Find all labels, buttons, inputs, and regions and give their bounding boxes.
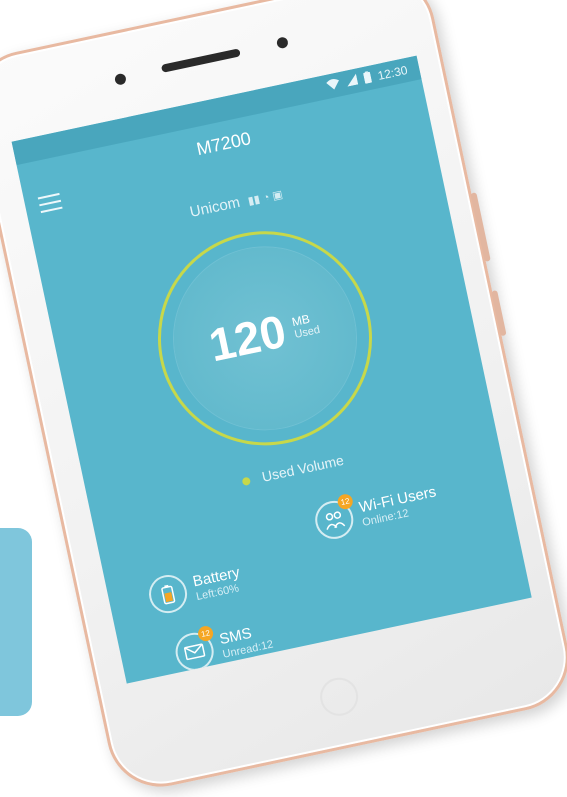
- wifi-users-badge: 12: [336, 492, 355, 511]
- front-camera: [275, 36, 289, 50]
- sms-text: SMS Unread:12: [218, 621, 274, 661]
- phone: 12:30 M7200 Unicom ▮▮ ◔ ▣ 120 MB Used Us…: [0, 0, 567, 797]
- earpiece-speaker: [160, 48, 241, 73]
- front-sensor: [113, 72, 127, 86]
- app-screen: 12:30 M7200 Unicom ▮▮ ◔ ▣ 120 MB Used Us…: [11, 55, 532, 684]
- battery-text: Battery Left:60%: [191, 564, 244, 603]
- sms-badge: 12: [196, 624, 215, 643]
- wifi-users-text: Wi-Fi Users Online:12: [358, 483, 441, 529]
- battery-icon: [363, 70, 373, 86]
- legend-dot: [242, 476, 252, 487]
- wifi-users-tile[interactable]: 12 Wi-Fi Users Online:12: [311, 479, 442, 543]
- users-icon: 12: [311, 492, 357, 543]
- signal-icon: [345, 73, 359, 90]
- wifi-icon: [326, 77, 342, 93]
- battery-level-fill: [164, 592, 174, 603]
- volume-button: [470, 192, 491, 262]
- home-button[interactable]: [316, 674, 362, 720]
- envelope-icon: 12: [172, 624, 218, 675]
- sms-tile[interactable]: 12 SMS Unread:12: [172, 617, 275, 675]
- battery-tile[interactable]: Battery Left:60%: [145, 560, 245, 617]
- phone-body: 12:30 M7200 Unicom ▮▮ ◔ ▣ 120 MB Used Us…: [0, 0, 567, 797]
- usage-gauge[interactable]: 120 MB Used: [138, 211, 392, 466]
- usage-units: MB Used: [290, 311, 321, 340]
- network-status-icons: ▮▮ ◔ ▣: [246, 188, 284, 208]
- battery-tile-icon: [145, 571, 191, 617]
- legend-label: Used Volume: [260, 451, 346, 485]
- side-card: [0, 528, 32, 716]
- menu-icon[interactable]: [37, 192, 63, 214]
- status-time: 12:30: [376, 63, 409, 83]
- carrier-name: Unicom: [188, 193, 242, 221]
- power-button: [491, 290, 507, 337]
